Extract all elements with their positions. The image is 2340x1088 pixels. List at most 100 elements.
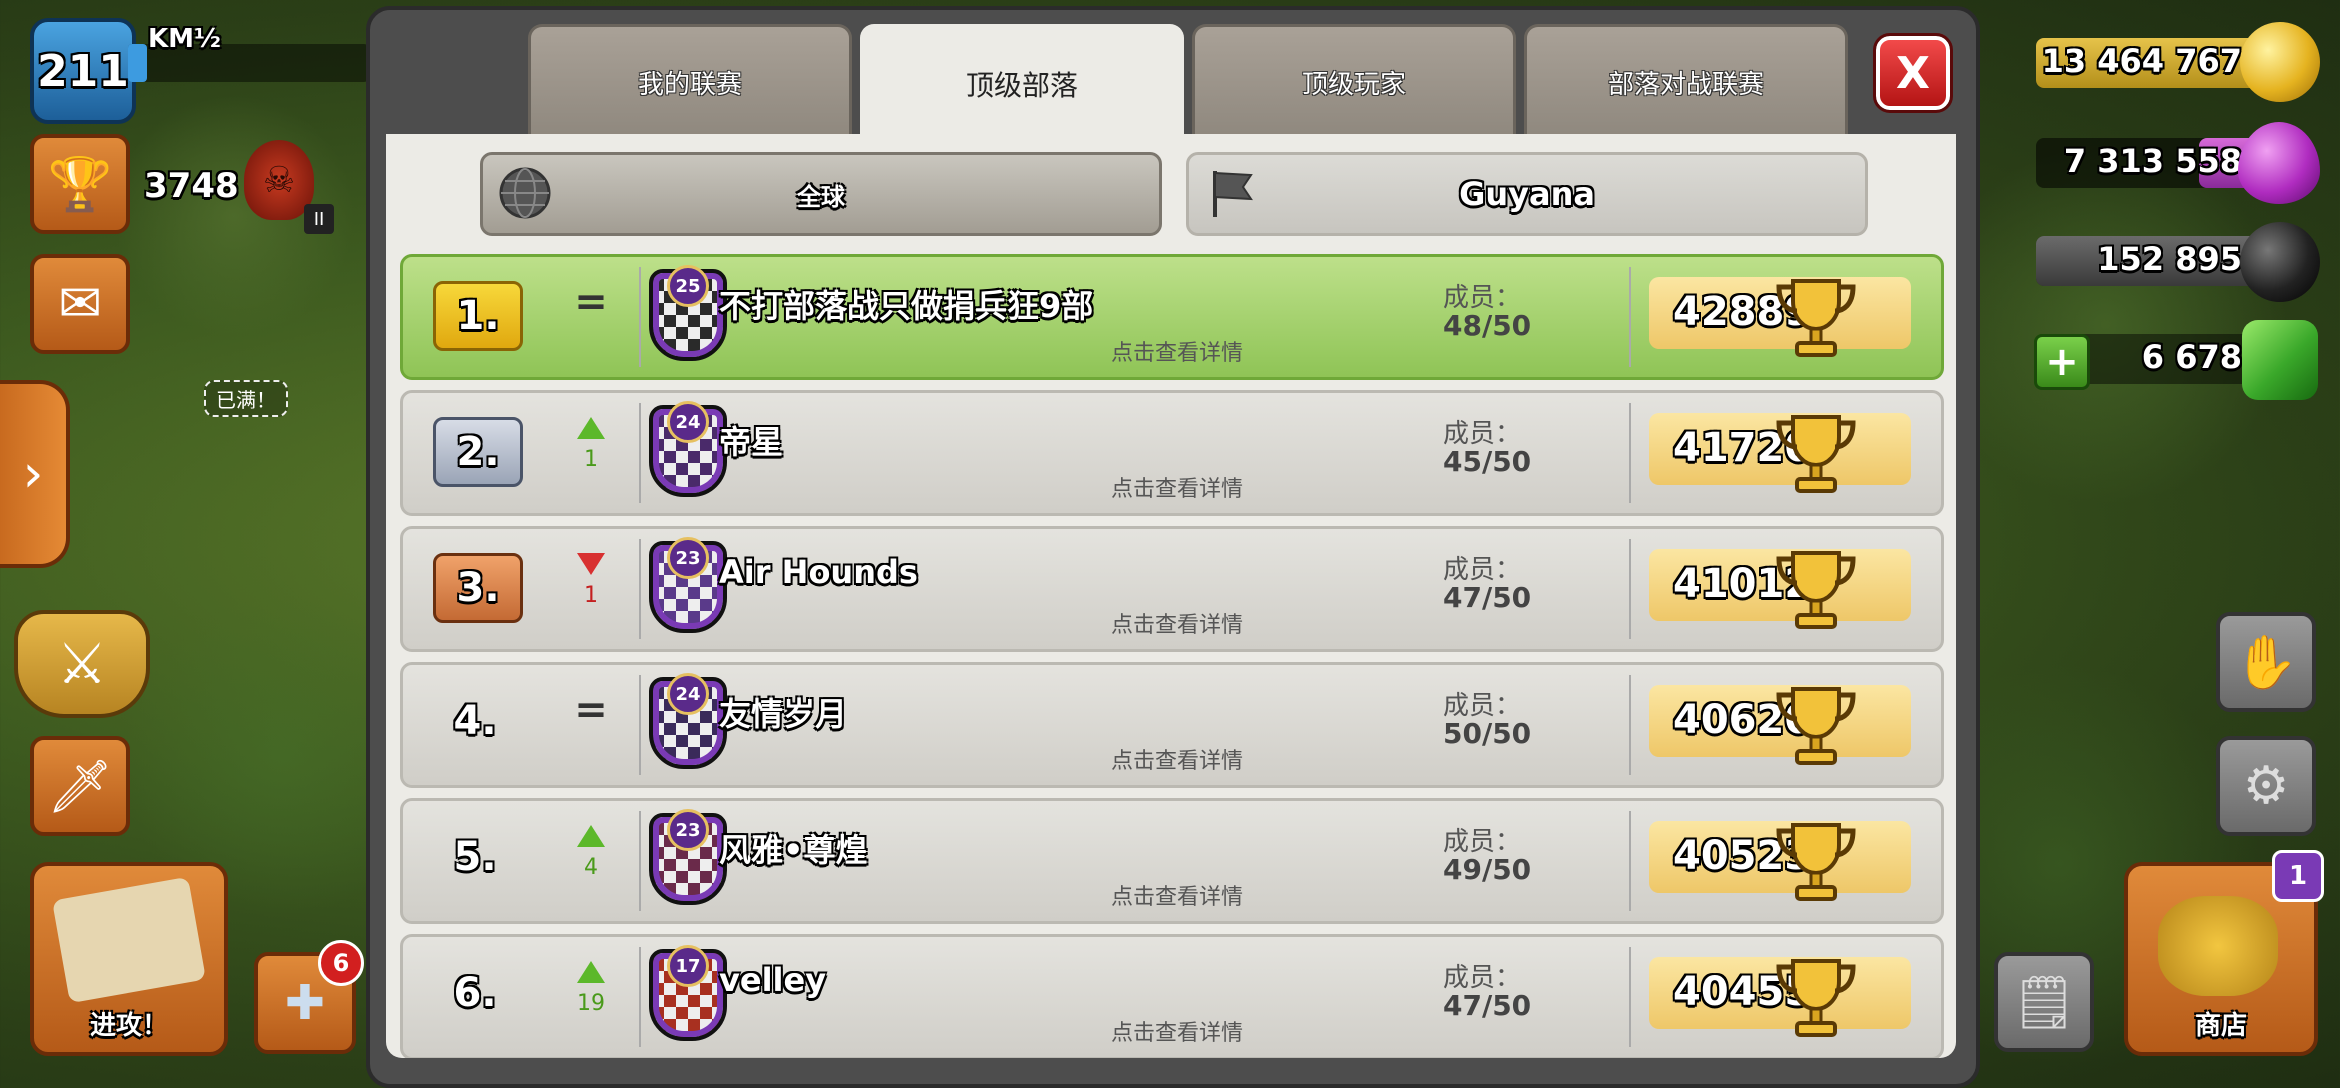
members-count: 48/50 — [1443, 309, 1532, 342]
row-divider — [639, 811, 641, 911]
gold-coin-icon — [2240, 22, 2320, 102]
clan-badge-icon: 23 — [649, 537, 727, 633]
globe-icon — [499, 167, 551, 219]
local-filter-button[interactable]: Guyana — [1186, 152, 1868, 236]
clan-badge-icon: 24 — [649, 673, 727, 769]
full-label: 已满！ — [204, 380, 288, 417]
attack-button[interactable]: 进攻！ — [30, 862, 228, 1056]
tab-clan-war-league[interactable]: 部落对战联赛 — [1524, 24, 1848, 137]
trophy-icon — [1776, 415, 1856, 493]
side-panel-toggle[interactable]: › — [0, 380, 70, 568]
tab-my-league[interactable]: 我的联赛 — [528, 24, 852, 137]
members-count: 49/50 — [1443, 853, 1532, 886]
rank-change-amount: 4 — [584, 855, 598, 880]
clan-war-button[interactable]: ⚔ — [14, 610, 150, 718]
clan-name: 帝星 — [719, 423, 784, 461]
tab-top-players[interactable]: 顶级玩家 — [1192, 24, 1516, 137]
row-divider — [639, 675, 641, 775]
clan-level: 23 — [667, 809, 709, 851]
no-change-icon: = — [574, 279, 608, 325]
row-divider — [639, 947, 641, 1047]
row-divider — [1629, 539, 1631, 639]
settings-button[interactable]: ⚙ — [2216, 736, 2316, 836]
row-divider — [639, 403, 641, 503]
clan-level: 24 — [667, 673, 709, 715]
clan-name: 不打部落战只做捐兵狂9部 — [719, 287, 1094, 325]
clan-name: 风雅•尊煌 — [719, 831, 868, 869]
clan-level: 25 — [667, 265, 709, 307]
rank-badge: 3. — [433, 553, 523, 623]
clan-badge-icon: 17 — [649, 945, 727, 1041]
clan-row[interactable]: 2. 1 24 帝星 点击查看详情 成员： 45/50 41720 — [400, 390, 1944, 516]
clan-badge-icon: 25 — [649, 265, 727, 361]
attack-label: 进攻！ — [89, 1011, 168, 1041]
row-divider — [1629, 267, 1631, 367]
trophy-icon — [1776, 279, 1856, 357]
tab-top-clans[interactable]: 顶级部落 — [860, 24, 1184, 141]
global-filter-button[interactable]: 全球 — [480, 152, 1162, 236]
sword-icon: 🗡 — [46, 756, 113, 817]
add-gems-button[interactable]: + — [2034, 334, 2090, 390]
chevron-right-icon: › — [22, 444, 44, 504]
arrow-up-icon — [577, 825, 605, 847]
close-button[interactable]: X — [1873, 33, 1953, 113]
rank-number: 5. — [453, 834, 497, 880]
trophy-icon — [1776, 551, 1856, 629]
clan-row[interactable]: 4. = 24 友情岁月 点击查看详情 成员： 50/50 40620 — [400, 662, 1944, 788]
members-count: 45/50 — [1443, 445, 1532, 478]
trophy-icon — [1776, 687, 1856, 765]
rank-badge: 1. — [433, 281, 523, 351]
leaderboard-content: 全球 Guyana 1. = 25 不打部落战只做捐兵狂9部 点击查看详情 成员… — [386, 134, 1956, 1058]
coins-hammer-icon — [2158, 896, 2278, 996]
detail-hint: 点击查看详情 — [1110, 1021, 1243, 1046]
row-divider — [1629, 947, 1631, 1047]
news-button[interactable]: 🗒 — [1994, 952, 2094, 1052]
clan-row[interactable]: 3. 1 23 Air Hounds 点击查看详情 成员： 47/50 4101… — [400, 526, 1944, 652]
gold-amount: 13 464 767 — [2041, 42, 2242, 80]
clan-row[interactable]: 1. = 25 不打部落战只做捐兵狂9部 点击查看详情 成员： 48/50 42… — [400, 254, 1944, 380]
rank-change: = — [563, 685, 619, 765]
rank-change-amount: 19 — [577, 991, 605, 1016]
members-count: 50/50 — [1443, 717, 1532, 750]
trophy-button[interactable]: 🏆 — [30, 134, 130, 234]
leaderboard-modal: 我的联赛 顶级部落 顶级玩家 部落对战联赛 X 全球 Guyana 1. = 2… — [366, 6, 1980, 1088]
close-icon: X — [1896, 47, 1930, 99]
rank-change-amount: 1 — [584, 583, 598, 608]
clan-badge-icon: 23 — [649, 809, 727, 905]
row-divider — [639, 267, 641, 367]
xp-bar-fill — [128, 44, 148, 82]
global-filter-label: 全球 — [797, 182, 845, 211]
rank-change: 4 — [563, 821, 619, 901]
rank-change: 19 — [563, 957, 619, 1037]
clan-row[interactable]: 6. 19 17 velley 点击查看详情 成员： 47/50 40455 — [400, 934, 1944, 1058]
row-divider — [639, 539, 641, 639]
clan-row[interactable]: 5. 4 23 风雅•尊煌 点击查看详情 成员： 49/50 40523 — [400, 798, 1944, 924]
map-icon — [52, 876, 206, 1004]
dark-elixir-drop-icon — [2240, 222, 2320, 302]
clan-name: velley — [719, 961, 827, 999]
shield-icon: ✚ — [284, 975, 326, 1031]
rank-number: 4. — [453, 698, 497, 744]
detail-hint: 点击查看详情 — [1110, 749, 1243, 774]
trophy-count: 3748 — [144, 166, 239, 206]
edit-layout-button[interactable]: ✋ — [2216, 612, 2316, 712]
notes-icon: 🗒 — [2010, 972, 2077, 1033]
clan-name: Air Hounds — [719, 553, 918, 591]
detail-hint: 点击查看详情 — [1110, 477, 1243, 502]
player-level-badge[interactable]: 211 — [30, 18, 136, 124]
rank-change: 1 — [563, 413, 619, 493]
clan-name: 友情岁月 — [719, 695, 848, 733]
detail-hint: 点击查看详情 — [1110, 885, 1243, 910]
arrow-up-icon — [577, 961, 605, 983]
mail-button[interactable]: ✉ — [30, 254, 130, 354]
rank-change: 1 — [563, 549, 619, 629]
builder-button[interactable]: 🗡 — [30, 736, 130, 836]
elixir-amount: 7 313 558 — [2063, 142, 2242, 180]
rank-number: 6. — [453, 970, 497, 1016]
flag-icon — [1213, 171, 1253, 217]
mail-icon: ✉ — [58, 274, 102, 334]
move-icon: ✋ — [2233, 632, 2299, 693]
arrow-down-icon — [577, 553, 605, 575]
row-divider — [1629, 675, 1631, 775]
pause-icon: II — [304, 204, 334, 234]
